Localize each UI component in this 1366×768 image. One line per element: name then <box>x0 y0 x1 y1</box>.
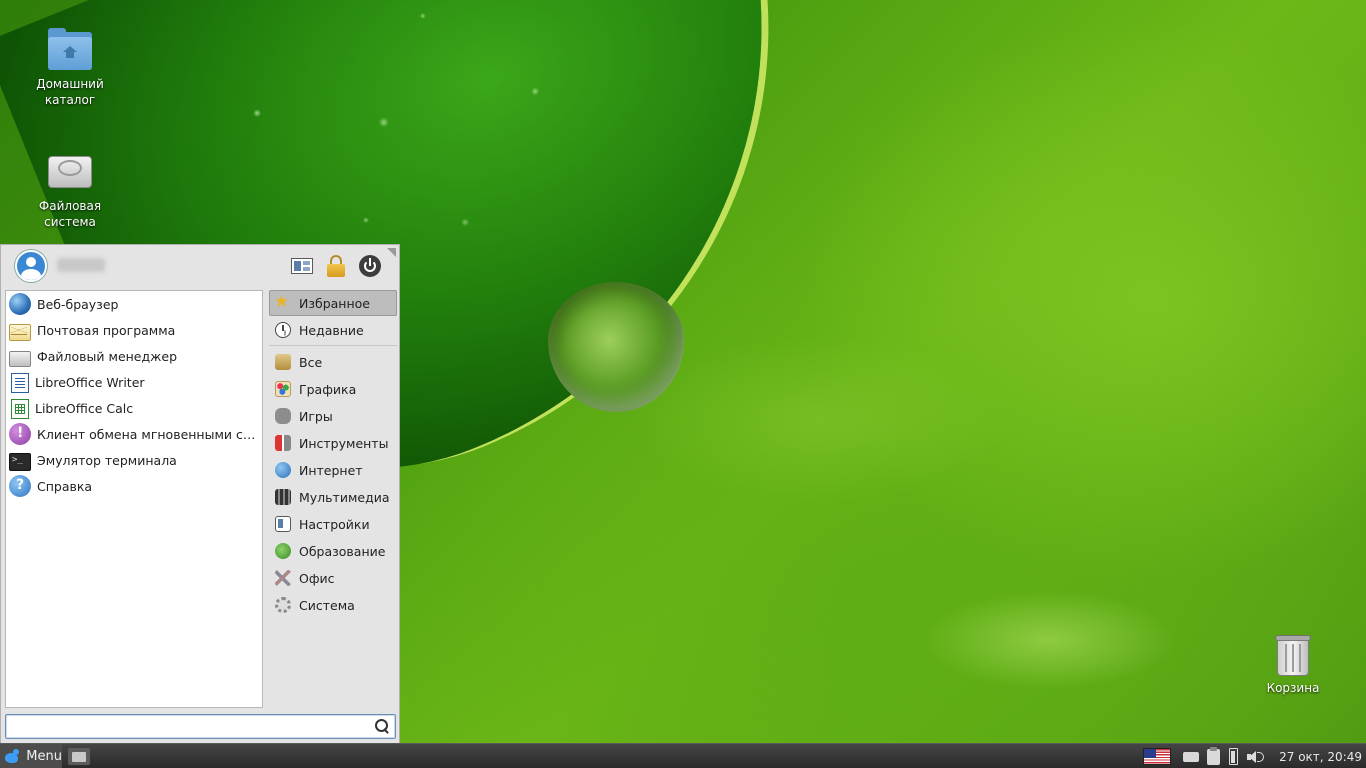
clock[interactable]: 27 окт, 20:49 <box>1279 750 1362 764</box>
multimedia-icon <box>275 489 291 505</box>
app-item-libreoffice-calc[interactable]: LibreOffice Calc <box>6 395 262 421</box>
file-manager-icon <box>9 351 31 367</box>
help-icon <box>9 475 31 497</box>
menu-resize-handle[interactable] <box>387 248 396 257</box>
desktop-icon-filesystem[interactable]: Файловая система <box>25 150 115 230</box>
volume-icon[interactable] <box>1247 749 1265 765</box>
category-favorites[interactable]: Избранное <box>269 290 397 316</box>
hard-drive-icon <box>46 150 94 194</box>
graphics-icon <box>275 381 291 397</box>
favorites-list: Веб-браузер Почтовая программа Файловый … <box>5 290 263 708</box>
taskbar: Menu 27 окт, 20:49 <box>0 743 1366 768</box>
category-education[interactable]: Образование <box>269 538 397 564</box>
system-tray: 27 окт, 20:49 <box>1143 744 1366 768</box>
mail-icon <box>9 323 31 341</box>
education-icon <box>275 543 291 559</box>
lock-screen-button[interactable] <box>323 254 349 278</box>
messenger-icon <box>9 423 31 445</box>
app-item-mail[interactable]: Почтовая программа <box>6 317 262 343</box>
category-separator <box>269 345 397 346</box>
writer-icon <box>11 373 29 393</box>
settings-manager-button[interactable] <box>289 254 315 278</box>
show-desktop-button[interactable] <box>68 748 90 765</box>
app-item-web-browser[interactable]: Веб-браузер <box>6 291 262 317</box>
trash-icon <box>1269 632 1317 676</box>
desktop-icon-label: Домашний каталог <box>36 77 104 107</box>
clock-icon <box>275 322 291 338</box>
app-item-libreoffice-writer[interactable]: LibreOffice Writer <box>6 369 262 395</box>
category-recent[interactable]: Недавние <box>269 317 397 343</box>
logout-button[interactable] <box>357 254 383 278</box>
app-item-file-manager[interactable]: Файловый менеджер <box>6 343 262 369</box>
power-icon <box>359 255 381 277</box>
category-internet[interactable]: Интернет <box>269 457 397 483</box>
system-icon <box>275 597 291 613</box>
home-folder-icon <box>46 28 94 72</box>
menu-button[interactable]: Menu <box>0 744 62 768</box>
category-system[interactable]: Система <box>269 592 397 618</box>
star-icon <box>274 292 291 312</box>
category-tools[interactable]: Инструменты <box>269 430 397 456</box>
removable-drive-icon[interactable] <box>1183 751 1200 762</box>
games-icon <box>275 408 291 424</box>
username: rollerit <box>57 258 105 272</box>
search-input[interactable] <box>6 715 366 737</box>
category-graphics[interactable]: Графика <box>269 376 397 402</box>
category-office[interactable]: Офис <box>269 565 397 591</box>
menu-header: rollerit <box>1 245 399 289</box>
desktop-icon-trash[interactable]: Корзина <box>1248 632 1338 696</box>
app-item-help[interactable]: Справка <box>6 473 262 499</box>
user-avatar[interactable] <box>15 250 47 282</box>
desktop-icon-label: Файловая система <box>38 199 102 229</box>
application-menu: rollerit Веб-браузер Почтовая программа … <box>0 244 400 743</box>
desktop-icon-label: Корзина <box>1266 681 1320 695</box>
web-browser-icon <box>9 293 31 315</box>
all-apps-icon <box>275 354 291 370</box>
keyboard-layout-flag-icon[interactable] <box>1143 748 1172 765</box>
desktop-icon-home[interactable]: Домашний каталог <box>25 28 115 108</box>
category-all[interactable]: Все <box>269 349 397 375</box>
category-games[interactable]: Игры <box>269 403 397 429</box>
office-icon <box>275 570 291 586</box>
clipboard-icon[interactable] <box>1207 746 1221 765</box>
category-settings[interactable]: Настройки <box>269 511 397 537</box>
settings-icon <box>275 516 291 532</box>
search-icon <box>375 719 390 734</box>
calc-icon <box>11 399 29 419</box>
search-field <box>5 714 396 739</box>
category-multimedia[interactable]: Мультимедиа <box>269 484 397 510</box>
internet-icon <box>275 462 291 478</box>
tools-icon <box>275 435 291 451</box>
battery-icon[interactable] <box>1229 748 1239 765</box>
app-item-terminal[interactable]: Эмулятор терминала <box>6 447 262 473</box>
xfce-logo-icon <box>4 748 21 765</box>
app-item-messenger[interactable]: Клиент обмена мгновенными сообщениями <box>6 421 262 447</box>
category-list: Избранное Недавние Все Графика Игры Инст… <box>269 290 397 708</box>
terminal-icon <box>9 453 31 471</box>
wallpaper-water-drop <box>548 282 684 412</box>
settings-manager-icon <box>291 258 313 274</box>
